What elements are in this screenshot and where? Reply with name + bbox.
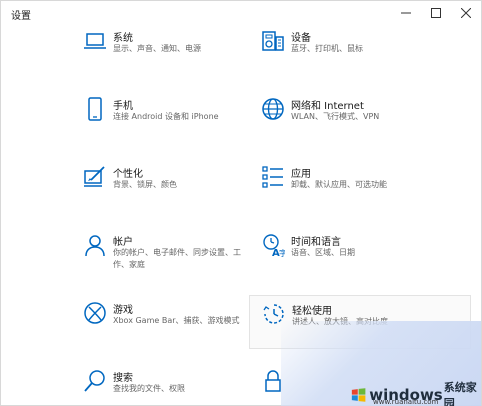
tile-apps-desc: 卸载、默认应用、可选功能 bbox=[291, 180, 387, 189]
tile-search-desc: 查找我的文件、权限 bbox=[113, 384, 185, 393]
tile-devices-name: 设备 bbox=[291, 33, 311, 44]
phone-icon bbox=[83, 97, 107, 121]
window-title: 设置 bbox=[11, 11, 31, 22]
paint-brush-icon bbox=[83, 165, 107, 189]
watermark-url: www.ruanaitu.com bbox=[373, 398, 439, 406]
title-bar: 设置 bbox=[1, 1, 481, 27]
tile-system-name: 系统 bbox=[113, 33, 133, 44]
settings-window: 设置 系统 显示、声音、通知、电源 设备 蓝牙、打印机、鼠标 手机 连接 And… bbox=[0, 0, 482, 406]
windows-logo-icon bbox=[351, 388, 366, 402]
close-icon bbox=[461, 8, 471, 18]
tile-network-name: 网络和 Internet bbox=[291, 101, 364, 112]
tile-personalization-desc: 背景、锁屏、颜色 bbox=[113, 180, 177, 189]
keyboard-speaker-icon bbox=[261, 29, 285, 53]
tile-phone-desc: 连接 Android 设备和 iPhone bbox=[113, 112, 219, 121]
tile-time-language-name: 时间和语言 bbox=[291, 237, 341, 248]
tile-devices-desc: 蓝牙、打印机、鼠标 bbox=[291, 44, 363, 53]
globe-icon bbox=[261, 97, 285, 121]
close-button[interactable] bbox=[451, 1, 481, 25]
maximize-icon bbox=[431, 8, 441, 18]
tile-search[interactable]: 搜索 查找我的文件、权限 bbox=[79, 369, 279, 406]
tile-system[interactable]: 系统 显示、声音、通知、电源 bbox=[79, 29, 279, 81]
tile-network-desc: WLAN、飞行模式、VPN bbox=[291, 112, 380, 121]
tile-devices[interactable]: 设备 蓝牙、打印机、鼠标 bbox=[257, 29, 457, 81]
tile-apps-name: 应用 bbox=[291, 169, 311, 180]
svg-text:字: 字 bbox=[279, 248, 285, 257]
tile-gaming-name: 游戏 bbox=[113, 305, 133, 316]
tile-search-name: 搜索 bbox=[113, 373, 133, 384]
minimize-button[interactable] bbox=[391, 1, 421, 25]
laptop-icon bbox=[83, 29, 107, 53]
tile-personalization-name: 个性化 bbox=[113, 169, 143, 180]
time-language-icon: A字 bbox=[261, 233, 287, 259]
tile-time-language-desc: 语音、区域、日期 bbox=[291, 248, 355, 257]
tile-accounts[interactable]: 帐户 你的帐户、电子邮件、同步设置、工作、家庭 bbox=[79, 233, 279, 285]
watermark-suffix: 系统家园 bbox=[443, 381, 477, 406]
tile-phone-name: 手机 bbox=[113, 101, 133, 112]
tile-network[interactable]: 网络和 Internet WLAN、飞行模式、VPN bbox=[257, 97, 457, 149]
tile-accounts-desc: 你的帐户、电子邮件、同步设置、工作、家庭 bbox=[113, 248, 241, 269]
tile-personalization[interactable]: 个性化 背景、锁屏、颜色 bbox=[79, 165, 279, 217]
tile-accounts-name: 帐户 bbox=[113, 237, 133, 248]
tile-time-language[interactable]: A字 时间和语言 语音、区域、日期 bbox=[257, 233, 457, 285]
minimize-icon bbox=[401, 12, 411, 14]
tile-gaming-desc: Xbox Game Bar、捕获、游戏模式 bbox=[113, 316, 240, 325]
tile-phone[interactable]: 手机 连接 Android 设备和 iPhone bbox=[79, 97, 279, 149]
search-icon bbox=[83, 369, 107, 393]
apps-list-icon bbox=[261, 165, 285, 189]
tile-system-desc: 显示、声音、通知、电源 bbox=[113, 44, 201, 53]
tile-apps[interactable]: 应用 卸载、默认应用、可选功能 bbox=[257, 165, 457, 217]
person-icon bbox=[83, 233, 107, 257]
xbox-icon bbox=[83, 301, 107, 325]
tile-ease-of-access-name: 轻松使用 bbox=[292, 306, 332, 317]
maximize-button[interactable] bbox=[421, 1, 451, 25]
